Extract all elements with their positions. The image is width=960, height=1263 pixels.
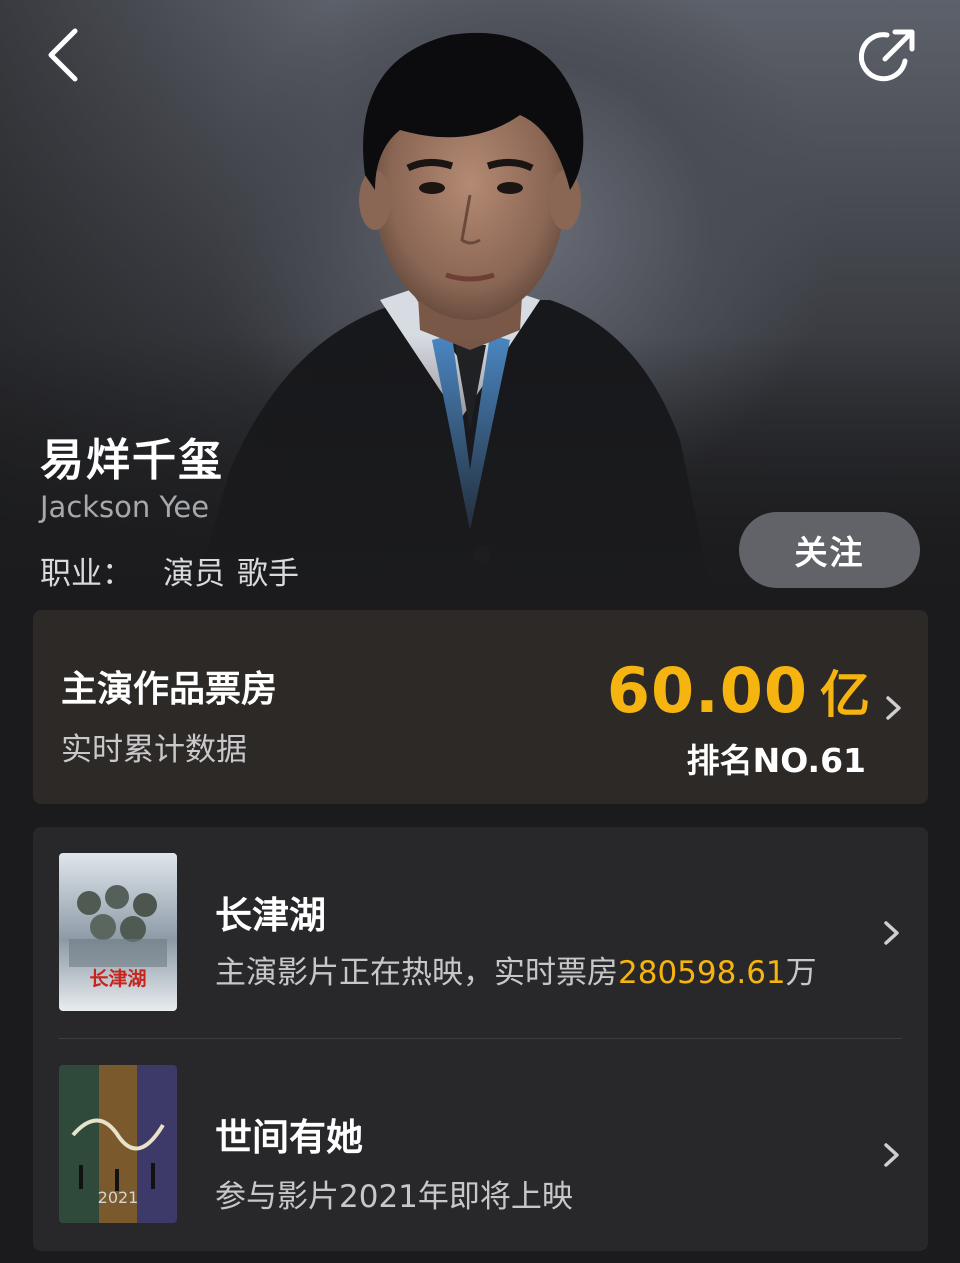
film-list: 长津湖 长津湖 主演影片正在热映，实时票房280598.61万 2021 世间有…	[33, 827, 928, 1251]
back-chevron-icon[interactable]	[28, 20, 98, 90]
film-title: 世间有她	[215, 1116, 363, 1159]
occupation-label: 职业：	[40, 556, 133, 592]
hero-banner: 易烊千玺 Jackson Yee 职业： 演员 歌手 关注	[0, 0, 960, 610]
box-office-amount: 60.00 亿	[607, 654, 870, 727]
film-poster: 2021	[59, 1065, 177, 1223]
box-office-subtitle: 实时累计数据	[61, 732, 247, 768]
film-poster: 长津湖	[59, 853, 177, 1011]
actor-profile-page: 易烊千玺 Jackson Yee 职业： 演员 歌手 关注 主演作品票房 实时累…	[0, 0, 960, 1263]
film-box-office-value: 280598.61	[618, 955, 786, 991]
box-office-unit: 亿	[820, 666, 870, 724]
box-office-title: 主演作品票房	[61, 669, 278, 710]
box-office-value: 60.00	[606, 654, 808, 727]
follow-button[interactable]: 关注	[739, 512, 920, 588]
box-office-rank: 排名NO.61	[686, 741, 866, 780]
poster-title-text: 2021	[98, 1188, 139, 1207]
occupation-item: 演员	[163, 556, 225, 592]
film-box-office-unit: 万	[785, 955, 817, 991]
share-icon[interactable]	[854, 20, 924, 90]
film-list-item[interactable]: 2021 世间有她 参与影片2021年即将上映	[33, 1039, 928, 1251]
chevron-right-icon	[884, 921, 899, 945]
poster-title-text: 长津湖	[89, 967, 146, 990]
occupation-row: 职业： 演员 歌手	[40, 548, 311, 593]
box-office-card[interactable]: 主演作品票房 实时累计数据 60.00 亿 排名NO.61	[33, 610, 928, 804]
chevron-right-icon	[886, 696, 901, 720]
film-title: 长津湖	[215, 894, 326, 937]
film-list-item[interactable]: 长津湖 长津湖 主演影片正在热映，实时票房280598.61万	[33, 827, 928, 1039]
chevron-right-icon	[884, 1143, 899, 1167]
occupation-item: 歌手	[237, 556, 299, 592]
film-description: 主演影片正在热映，实时票房280598.61万	[215, 947, 817, 992]
actor-name-cn: 易烊千玺	[40, 435, 224, 486]
actor-name-en: Jackson Yee	[40, 490, 210, 524]
film-description: 参与影片2021年即将上映	[215, 1179, 573, 1215]
film-description-text: 主演影片正在热映，实时票房	[215, 955, 618, 991]
